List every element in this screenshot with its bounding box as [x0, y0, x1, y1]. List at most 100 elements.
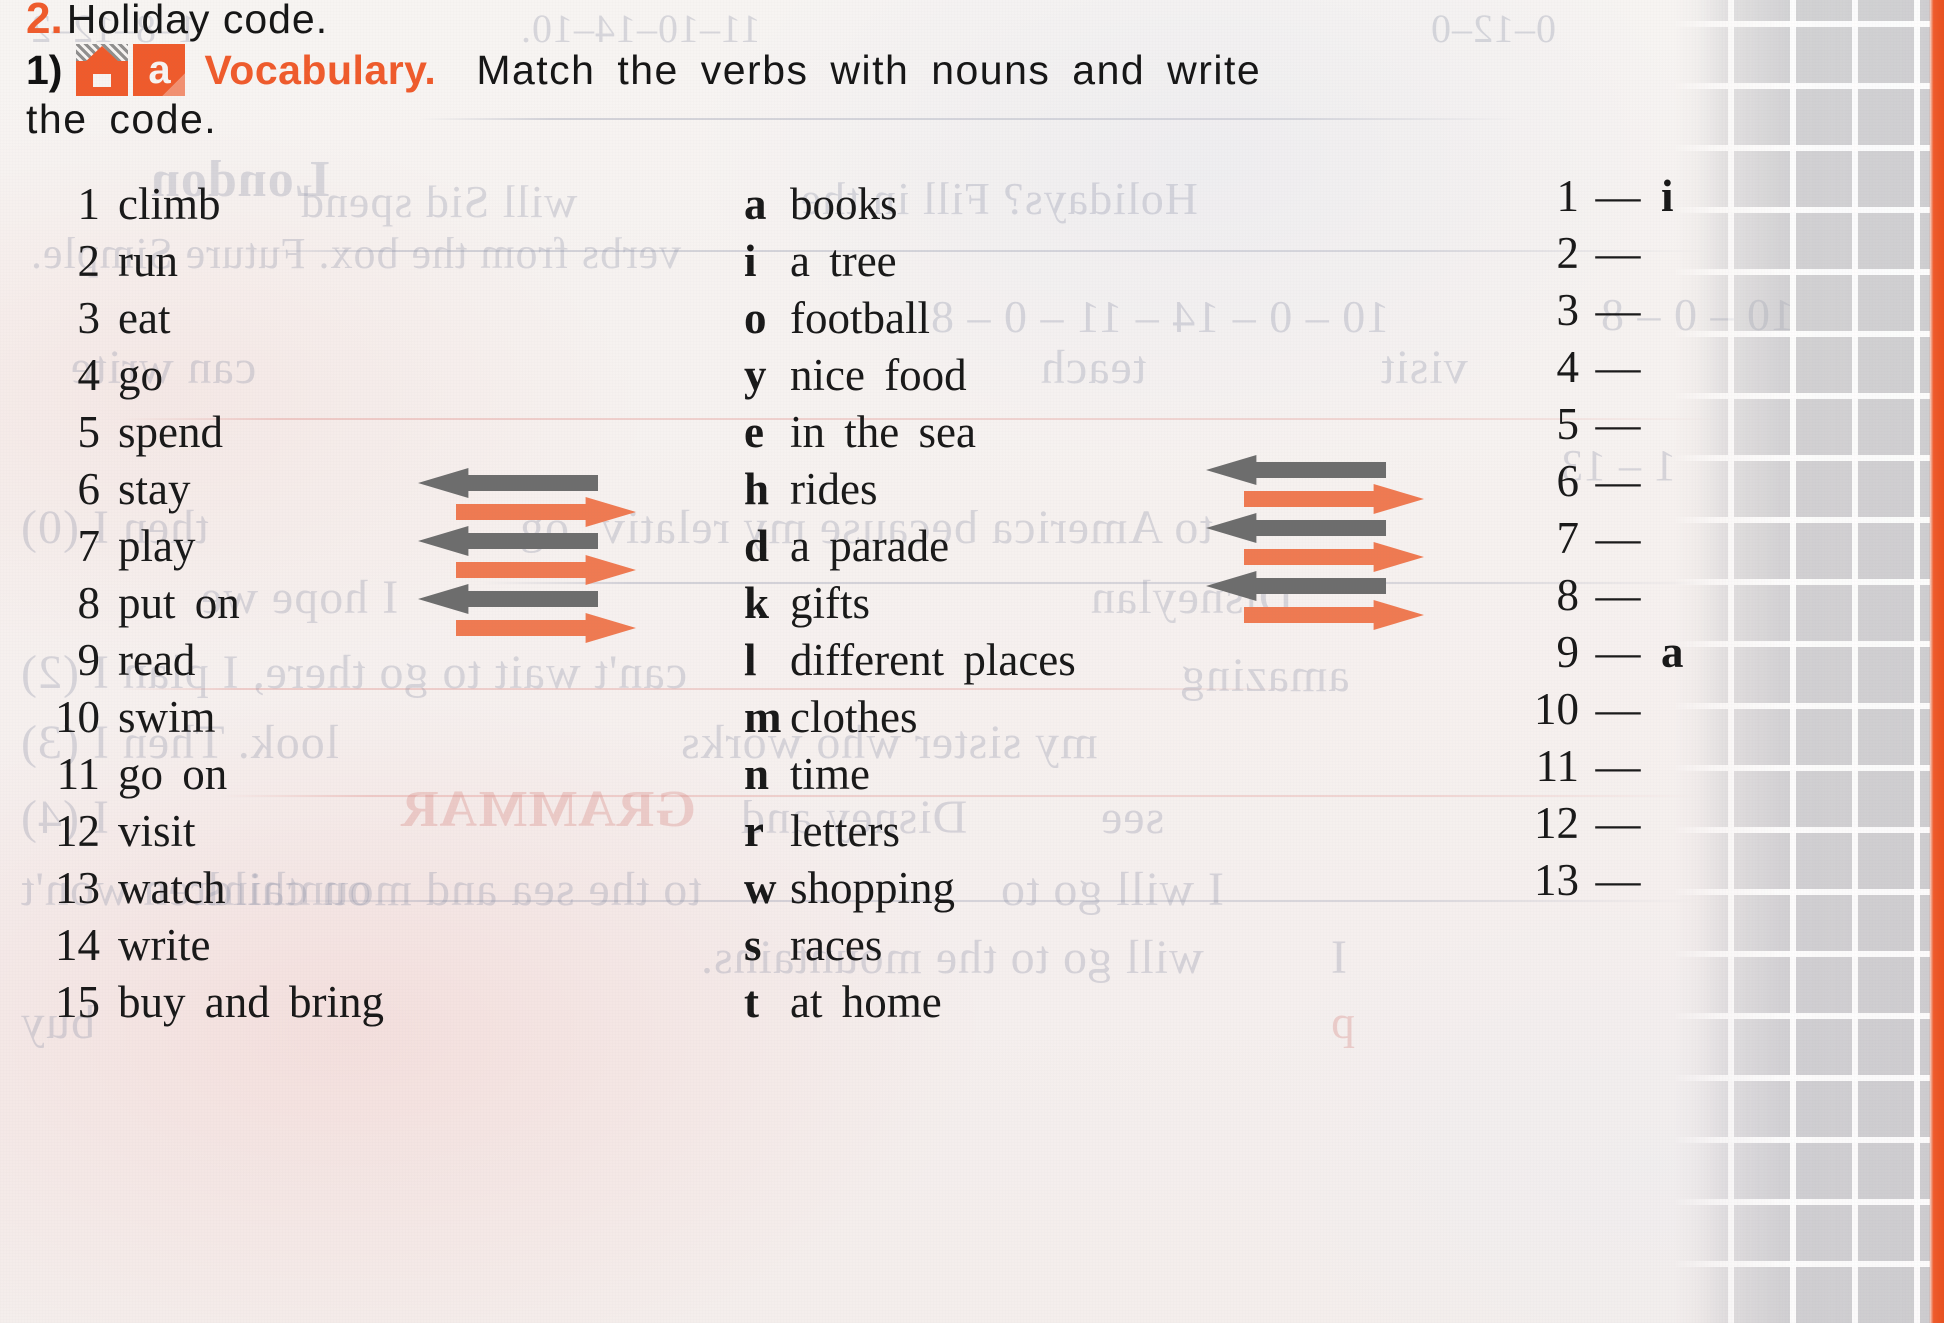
noun-key-letter: e — [744, 407, 764, 457]
show-through-rule — [420, 118, 1520, 120]
code-row[interactable]: 1— i — [1505, 170, 1765, 227]
code-number: 9 — [1556, 627, 1580, 677]
verb-number: 14 — [55, 920, 100, 970]
noun-key-letter: k — [744, 578, 770, 628]
code-answer-blank[interactable]: — — [1589, 626, 1647, 678]
code-answer-blank[interactable]: — — [1589, 854, 1647, 906]
verb-row: 2 run — [40, 235, 510, 292]
code-number: 5 — [1556, 399, 1580, 449]
noun-row: n time — [744, 748, 1210, 805]
code-answer-blank[interactable]: — — [1589, 398, 1647, 450]
code-row[interactable]: 12— — [1505, 797, 1765, 854]
verb-number: 3 — [77, 293, 101, 343]
arrow-left-icon — [418, 584, 598, 614]
code-answer-blank[interactable]: — — [1589, 341, 1647, 393]
show-through-text-fragment: visit — [1380, 341, 1468, 394]
arrow-right-icon — [456, 497, 636, 527]
instruction-line-2: the code. — [26, 96, 218, 142]
noun-text: time — [790, 749, 870, 799]
verb-number: 10 — [55, 692, 100, 742]
arrow-cluster-left — [418, 468, 668, 668]
code-answer-blank[interactable]: — — [1589, 455, 1647, 507]
verb-text: buy and bring — [118, 977, 384, 1027]
noun-row: h rides — [744, 463, 1210, 520]
noun-list: a books i a tree o football y nice food e in the … — [740, 178, 1210, 1033]
verb-number: 11 — [56, 749, 100, 799]
arrow-right-icon — [1244, 484, 1424, 514]
code-answer-blank[interactable]: — — [1589, 284, 1647, 336]
verb-row: 14 write — [40, 919, 510, 976]
code-row[interactable]: 2— — [1505, 227, 1765, 284]
code-answer-blank[interactable]: — — [1589, 797, 1647, 849]
code-number: 11 — [1535, 741, 1579, 791]
verb-text: write — [118, 920, 211, 970]
task-number: 2. — [26, 0, 63, 43]
gray-arrow — [1206, 513, 1386, 543]
code-row[interactable]: 6— — [1505, 455, 1765, 512]
code-number: 1 — [1556, 171, 1580, 221]
verb-number: 1 — [77, 179, 101, 229]
verb-number: 12 — [55, 806, 100, 856]
show-through-text-fragment: I — [1330, 931, 1347, 984]
code-number: 6 — [1556, 456, 1580, 506]
verb-text: go — [118, 350, 163, 400]
noun-text: a tree — [790, 236, 897, 286]
code-number: 7 — [1556, 513, 1580, 563]
noun-key-letter: y — [744, 350, 767, 400]
code-row[interactable]: 9— a — [1505, 626, 1765, 683]
noun-key-letter: s — [744, 920, 762, 970]
noun-text: in the sea — [790, 407, 976, 457]
noun-row: k gifts — [744, 577, 1210, 634]
code-row[interactable]: 8— — [1505, 569, 1765, 626]
verb-number: 5 — [77, 407, 101, 457]
code-answer-blank[interactable]: — — [1589, 512, 1647, 564]
code-answer-blank[interactable]: — — [1589, 740, 1647, 792]
code-row[interactable]: 4— — [1505, 341, 1765, 398]
verb-number: 2 — [77, 236, 101, 286]
gray-arrow — [418, 468, 598, 498]
orange-arrow — [456, 497, 636, 527]
noun-row: e in the sea — [744, 406, 1210, 463]
task-title: Holiday code. — [66, 0, 329, 42]
noun-row: l different places — [744, 634, 1210, 691]
code-row[interactable]: 7— — [1505, 512, 1765, 569]
orange-arrow — [456, 613, 636, 643]
code-number: 13 — [1534, 855, 1579, 905]
code-row[interactable]: 3— — [1505, 284, 1765, 341]
verb-number: 9 — [77, 635, 101, 685]
verb-text: read — [118, 635, 196, 685]
code-answer-blank[interactable]: — — [1589, 227, 1647, 279]
noun-row: s races — [744, 919, 1210, 976]
code-number: 3 — [1556, 285, 1580, 335]
code-answer-blank[interactable]: — — [1589, 683, 1647, 735]
noun-row: t at home — [744, 976, 1210, 1033]
verb-text: swim — [118, 692, 216, 742]
code-answer-blank[interactable]: — — [1589, 170, 1647, 222]
verb-text: climb — [118, 179, 221, 229]
code-row[interactable]: 10— — [1505, 683, 1765, 740]
code-row[interactable]: 11— — [1505, 740, 1765, 797]
arrow-right-icon — [1244, 542, 1424, 572]
noun-row: d a parade — [744, 520, 1210, 577]
code-answer-blank[interactable]: — — [1589, 569, 1647, 621]
house-icon — [76, 44, 129, 96]
code-answer-list: 1— i 2—3—4—5—6—7—8—9— a 10—11—12—13— — [1505, 170, 1765, 911]
code-row[interactable]: 13— — [1505, 854, 1765, 911]
noun-text: books — [790, 179, 898, 229]
show-through-text-fragment: 0–12–0 — [1430, 6, 1556, 51]
noun-text: races — [790, 920, 883, 970]
noun-key-letter: m — [744, 692, 782, 742]
arrow-left-icon — [1206, 513, 1386, 543]
noun-row: r letters — [744, 805, 1210, 862]
gray-arrow — [1206, 455, 1386, 485]
noun-key-letter: d — [744, 521, 770, 571]
noun-row: a books — [744, 178, 1210, 235]
arrow-right-icon — [456, 555, 636, 585]
show-through-text-fragment: p — [1330, 996, 1355, 1049]
noun-key-letter: h — [744, 464, 770, 514]
code-number: 8 — [1556, 570, 1580, 620]
vocabulary-label: Vocabulary. — [204, 46, 437, 93]
noun-text: a parade — [790, 521, 950, 571]
noun-text: rides — [790, 464, 878, 514]
code-row[interactable]: 5— — [1505, 398, 1765, 455]
